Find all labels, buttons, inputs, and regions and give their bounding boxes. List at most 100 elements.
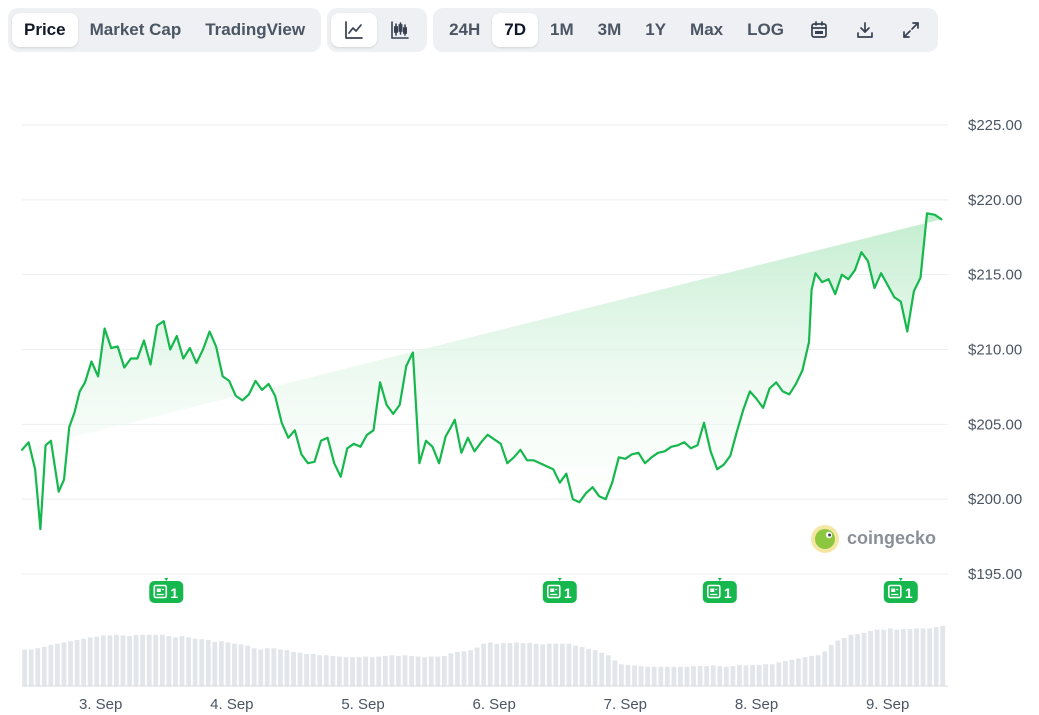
news-count-label: 1 <box>724 585 732 601</box>
volume-bar <box>605 655 611 686</box>
volume-bar <box>107 635 113 686</box>
news-badge-pointer <box>557 578 562 581</box>
volume-bar <box>81 638 87 686</box>
volume-bar <box>192 638 198 686</box>
volume-bar <box>855 634 860 686</box>
volume-bar <box>796 658 801 686</box>
volume-bar <box>822 651 828 686</box>
volume-bar <box>114 634 119 686</box>
volume-bar <box>507 643 513 686</box>
y-tick-label: $200.00 <box>968 491 1022 508</box>
volume-bar <box>369 657 375 686</box>
x-tick-label: 7. Sep <box>604 696 647 713</box>
volume-bar <box>841 638 847 686</box>
volume-bar <box>337 656 342 686</box>
volume-bar <box>127 636 132 686</box>
volume-bar <box>238 644 244 686</box>
volume-bar <box>828 645 834 686</box>
volume-bar <box>68 641 73 686</box>
volume-bar <box>225 642 231 686</box>
volume-bar <box>166 636 172 686</box>
volume-bar <box>658 666 664 686</box>
volume-bar <box>887 628 893 686</box>
volume-bar <box>415 656 421 686</box>
volume-bar <box>559 643 565 686</box>
newspaper-icon-photo <box>156 588 161 592</box>
news-count-label: 1 <box>905 585 913 601</box>
volume-bar <box>546 643 552 686</box>
volume-bar <box>48 645 54 686</box>
y-tick-label: $225.00 <box>968 117 1022 134</box>
x-tick-label: 6. Sep <box>472 696 515 713</box>
volume-bar <box>573 645 578 686</box>
volume-bar <box>494 643 500 686</box>
volume-bar <box>710 665 716 686</box>
y-axis-labels: $225.00 $220.00 $215.00 $210.00 $205.00 $200.… <box>968 117 1022 583</box>
y-tick-label: $210.00 <box>968 342 1022 359</box>
watermark-text: coingecko <box>847 528 936 548</box>
volume-bar <box>579 646 585 686</box>
volume-bar <box>245 645 250 686</box>
volume-bar <box>737 664 742 686</box>
x-axis-labels: 3. Sep 4. Sep 5. Sep 6. Sep 7. Sep 8. Sep 9. S… <box>79 696 909 713</box>
volume-bar <box>730 666 736 686</box>
volume-bar <box>645 666 651 686</box>
volume-bar <box>271 648 277 686</box>
volume-bar <box>901 629 906 686</box>
volume-bar <box>763 664 769 686</box>
volume-bar <box>199 639 205 686</box>
volume-bar <box>907 629 913 686</box>
news-badge[interactable]: 1 <box>702 578 737 603</box>
newspaper-icon-photo <box>891 588 896 592</box>
x-tick-label: 4. Sep <box>210 696 253 713</box>
volume-bar <box>87 637 93 686</box>
volume-bar <box>376 656 382 686</box>
volume-bar <box>363 656 369 686</box>
volume-bar <box>396 655 401 686</box>
volume-bar <box>61 642 67 686</box>
volume-bar <box>566 643 572 686</box>
volume-bar <box>533 643 539 686</box>
volume-bar <box>153 634 159 686</box>
volume-bar <box>173 637 178 686</box>
volume-bar <box>592 650 598 686</box>
volume-bar <box>638 666 644 686</box>
volume-bar <box>94 636 100 686</box>
volume-bar <box>55 643 60 686</box>
volume-bar <box>481 643 487 686</box>
volume-bar <box>697 666 703 686</box>
price-area <box>22 213 942 530</box>
volume-bar <box>28 649 34 686</box>
volume-bar <box>933 627 939 686</box>
volume-bar <box>632 665 637 686</box>
volume-bar <box>881 629 887 686</box>
y-tick-label: $205.00 <box>968 416 1022 433</box>
volume-bar <box>120 635 126 686</box>
volume-bar <box>717 666 723 686</box>
news-markers: 1 1 1 1 <box>149 578 918 603</box>
news-badge[interactable]: 1 <box>542 578 577 603</box>
volume-bar <box>310 654 316 686</box>
volume-bar <box>487 642 493 686</box>
volume-bar <box>74 639 80 686</box>
volume-bar <box>651 666 657 686</box>
volume-bar <box>868 630 874 686</box>
volume-bar <box>264 648 270 686</box>
volume-bar <box>789 659 795 686</box>
news-count-label: 1 <box>564 585 572 601</box>
volume-bar <box>409 655 414 686</box>
volume-bar <box>330 655 336 686</box>
news-badge-pointer <box>898 578 903 581</box>
news-badge[interactable]: 1 <box>149 578 184 603</box>
x-tick-label: 5. Sep <box>341 696 384 713</box>
newspaper-icon-photo <box>550 588 555 592</box>
news-badge[interactable]: 1 <box>883 578 918 603</box>
volume-bar <box>218 641 224 686</box>
y-tick-label: $215.00 <box>968 267 1022 284</box>
volume-bar <box>22 649 28 686</box>
volume-bar <box>664 666 670 686</box>
price-chart[interactable]: $225.00 $220.00 $215.00 $210.00 $205.00 $200.… <box>0 0 1039 715</box>
volume-bar <box>468 650 473 686</box>
volume-bar <box>750 664 755 686</box>
volume-bar <box>133 634 139 686</box>
